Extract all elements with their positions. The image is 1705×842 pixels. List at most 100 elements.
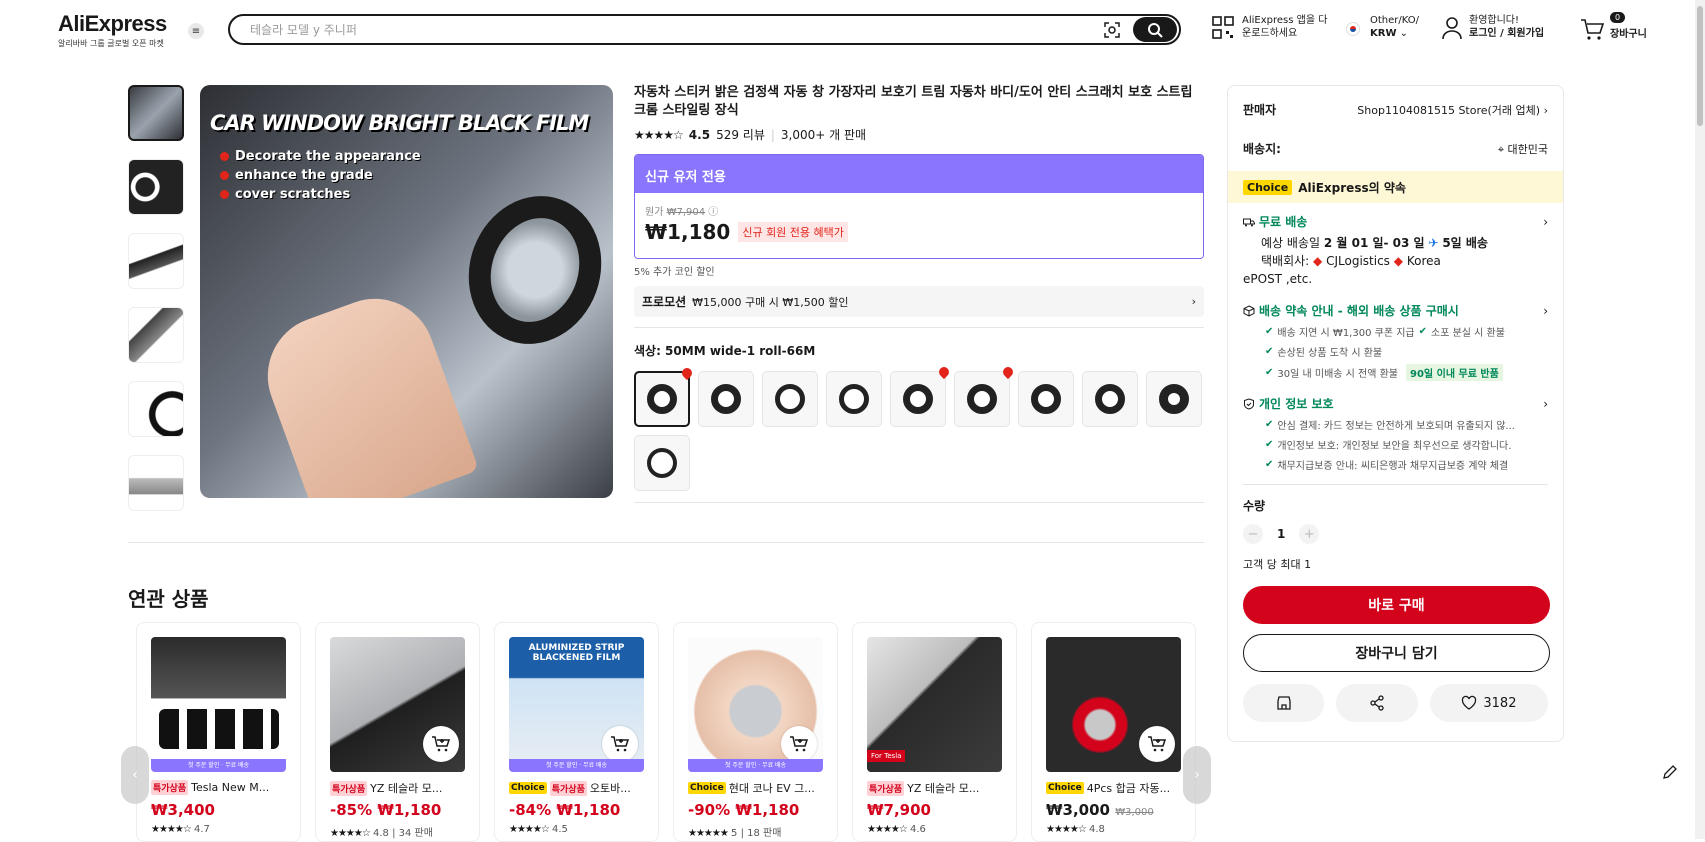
menu-icon[interactable]: ≡: [188, 23, 204, 39]
add-to-cart-button[interactable]: 장바구니 담기: [1243, 634, 1550, 672]
info-icon[interactable]: ⓘ: [708, 207, 718, 218]
divider: [634, 327, 1204, 328]
promo-band: 첫 주문 할인 · 무료 배송: [688, 759, 823, 772]
rating-stars: ★★★★☆: [867, 824, 908, 835]
main-product-image[interactable]: CAR WINDOW BRIGHT BLACK FILM Decorate th…: [200, 85, 613, 498]
account-menu[interactable]: 환영합니다! 로그인 / 회원가입: [1441, 14, 1544, 40]
shipping-section[interactable]: 무료 배송 › 예상 배송일 2 월 01 일- 03 일 ✈ 5일 배송 택배…: [1228, 213, 1563, 288]
carousel-next-button[interactable]: ›: [1183, 746, 1211, 804]
swatch-9[interactable]: [1146, 371, 1202, 427]
shield-icon: [1244, 397, 1254, 410]
rating-value: 5: [731, 828, 738, 839]
image-search-icon[interactable]: [1103, 21, 1121, 39]
review-count[interactable]: 529 리뷰: [716, 126, 765, 143]
decrease-button[interactable]: −: [1243, 524, 1263, 544]
page-scrollbar[interactable]: [1695, 0, 1705, 839]
search-button[interactable]: [1133, 17, 1177, 42]
hero-bullet: Decorate the appearance: [220, 149, 421, 164]
buy-now-button[interactable]: 바로 구매: [1243, 586, 1550, 624]
quantity-value[interactable]: 1: [1277, 527, 1285, 541]
cart-label: 장바구니: [1610, 29, 1647, 40]
rating-stars: ★★★★☆: [151, 824, 192, 835]
hero-bullet: enhance the grade: [220, 168, 421, 183]
swatch-5[interactable]: [890, 364, 952, 427]
thumbnail-3[interactable]: [128, 233, 184, 289]
product-card-image: 첫 주문 할인 · 무료 배송: [151, 637, 286, 772]
ship-to-value: ⌖ 대한민국: [1497, 142, 1548, 156]
aliexpress-logo[interactable]: AliExpress 알리바바 그룹 글로벌 오픈 마켓: [58, 11, 167, 49]
swatch-7[interactable]: [1018, 371, 1074, 427]
rating-value: 4.5: [688, 127, 711, 142]
thumbnail-6[interactable]: [128, 455, 184, 511]
edit-icon[interactable]: [1660, 762, 1680, 782]
product-card[interactable]: For Tesla 특가상품 YZ 테슬라 모... ₩7,900 ★★★★☆ 4…: [852, 622, 1017, 842]
product-card[interactable]: 첫 주문 할인 · 무료 배송 특가상품 Tesla New M... ₩3,40…: [136, 622, 301, 842]
product-card[interactable]: 첫 주문 할인 · 무료 배송 Choice 현대 코나 EV 그... -90%…: [673, 622, 838, 842]
scrollbar-thumb[interactable]: [1697, 6, 1703, 126]
swatch-8[interactable]: [1082, 371, 1138, 427]
swatch-4[interactable]: [826, 371, 882, 427]
product-card[interactable]: 특가상품 YZ 테슬라 모... -85% ₩1,180 ★★★★☆ 4.8 | …: [315, 622, 480, 842]
thumbnail-1[interactable]: [128, 85, 184, 141]
hand-graphic: [250, 281, 480, 498]
privacy-item: ✔ 개인정보 보호: 개인정보 보안을 최우선으로 생각합니다.: [1265, 439, 1512, 452]
color-label: 색상: 50MM wide-1 roll-66M: [634, 344, 816, 358]
store-button[interactable]: [1243, 684, 1325, 722]
add-to-cart-icon[interactable]: [423, 726, 459, 762]
add-to-cart-icon[interactable]: [781, 726, 817, 762]
swatch-10[interactable]: [634, 435, 690, 491]
thumbnail-5[interactable]: [128, 381, 184, 437]
product-card[interactable]: ALUMINIZED STRIP BLACKENED FILM 첫 주문 할인 …: [494, 622, 659, 842]
swatch-1[interactable]: [634, 365, 695, 427]
delivery-promise-section[interactable]: 배송 약속 안내 - 해외 배송 상품 구매시 › ✔ 배송 지연 시 ₩1,30…: [1228, 302, 1563, 381]
swatch-6[interactable]: [954, 364, 1016, 427]
region-selector[interactable]: Other/KO/ KRW ⌄: [1346, 14, 1419, 40]
carrier-line-2: ePOST ,etc.: [1243, 272, 1313, 286]
privacy-section[interactable]: 개인 정보 보호 › ✔ 안심 결제: 카드 정보는 안전하게 보호되며 유출되지…: [1228, 395, 1563, 472]
seller-row[interactable]: 판매자 Shop1104081515 Store(거래 업체) ›: [1228, 101, 1563, 118]
eta-line: 예상 배송일 2 월 01 일- 03 일 ✈ 5일 배송: [1261, 236, 1488, 250]
product-card-name: YZ 테슬라 모...: [907, 782, 980, 795]
share-button[interactable]: [1336, 684, 1418, 722]
wishlist-button[interactable]: 3182: [1429, 684, 1548, 722]
add-to-cart-icon[interactable]: [602, 726, 638, 762]
sold-count: 34 판매: [398, 828, 433, 839]
rating-value: 4.8: [1089, 824, 1105, 835]
color-swatches: [634, 364, 1204, 499]
carrier-line: 택배회사: ◆ CJLogistics ◆ Korea: [1261, 254, 1441, 268]
thumbnail-4[interactable]: [128, 307, 184, 363]
logo-subtitle: 알리바바 그룹 글로벌 오픈 마켓: [58, 39, 164, 48]
deal-badge: 특가상품: [867, 780, 905, 796]
rating-stars: ★★★★☆: [330, 828, 371, 839]
rating-value: 4.5: [552, 824, 568, 835]
rating-stars: ★★★★☆: [634, 127, 684, 142]
thumbnail-2[interactable]: [128, 159, 184, 215]
product-card-price: ₩3,000: [1046, 801, 1110, 819]
login-signup-link[interactable]: 로그인 / 회원가입: [1469, 28, 1544, 39]
ship-to-label: 배송지:: [1243, 142, 1281, 156]
carousel-prev-button[interactable]: ‹: [121, 746, 149, 804]
promise-item: ✔ 30일 내 미배송 시 전액 환불 90일 이내 무료 반품: [1265, 364, 1548, 381]
sold-count: 18 판매: [747, 828, 782, 839]
delivery-promise-title: 배송 약속 안내 - 해외 배송 상품 구매시: [1259, 304, 1459, 318]
search-input[interactable]: [250, 21, 1100, 39]
increase-button[interactable]: +: [1299, 524, 1320, 544]
welcome-text: 환영합니다!: [1469, 15, 1520, 26]
chevron-right-icon: ›: [1194, 767, 1200, 783]
tape-roll-graphic: [448, 177, 613, 363]
truck-icon: [1243, 218, 1255, 226]
rating-stars: ★★★★★: [688, 828, 729, 839]
cart-icon: [1581, 19, 1604, 40]
thumbnail-list: [128, 85, 186, 529]
swatch-3[interactable]: [762, 371, 818, 427]
app-download[interactable]: AliExpress 앱을 다 운로드하세요: [1212, 14, 1327, 40]
cart-header[interactable]: 0 장바구니: [1580, 12, 1647, 41]
ship-to-row[interactable]: 배송지: ⌖ 대한민국: [1228, 140, 1563, 157]
swatch-2[interactable]: [698, 371, 754, 427]
deal-badge: 특가상품: [151, 780, 189, 795]
product-card[interactable]: Choice 4Pcs 합금 자동... ₩3,000 ₩3,000 ★★★★☆ …: [1031, 622, 1196, 842]
original-price: ₩3,000: [1115, 807, 1154, 818]
promotion-row[interactable]: 프로모션 ₩15,000 구매 시 ₩1,500 할인 ›: [634, 286, 1204, 317]
add-to-cart-icon[interactable]: [1139, 726, 1175, 762]
chevron-right-icon: ›: [1543, 396, 1548, 411]
